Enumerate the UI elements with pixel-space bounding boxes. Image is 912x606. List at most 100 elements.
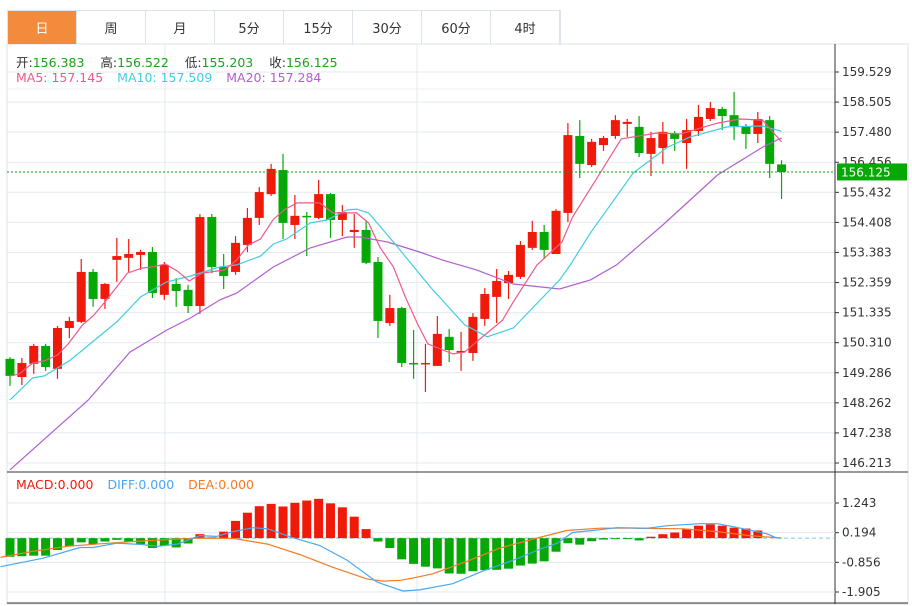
macd-bar: [420, 538, 430, 567]
candle: [646, 131, 656, 176]
candle-body: [195, 217, 205, 306]
candle-body: [563, 135, 573, 213]
candle-body: [207, 217, 217, 267]
ma10-legend: MA10: 157.509: [117, 70, 213, 85]
candle: [432, 315, 442, 366]
diff-legend-value: DIFF:0.000: [107, 477, 175, 492]
candle-body: [432, 333, 442, 366]
candle-body: [88, 271, 98, 299]
candle-body: [124, 254, 134, 258]
tab-30min[interactable]: 30分: [353, 11, 422, 44]
candle: [337, 204, 347, 237]
candle: [539, 224, 549, 260]
candle: [610, 115, 620, 139]
y-tick-label: 146.213: [842, 456, 892, 470]
ma5-line: [9, 118, 782, 377]
kline-chart[interactable]: 159.529158.505157.480156.456155.432154.4…: [0, 0, 912, 606]
candle: [682, 118, 692, 169]
candle: [183, 284, 193, 314]
tab-5min[interactable]: 5分: [215, 11, 284, 44]
candle: [622, 118, 632, 137]
tab-4hour[interactable]: 4时: [491, 11, 560, 44]
candle-body: [183, 289, 193, 306]
y-tick-label: 157.480: [842, 125, 892, 139]
open-value: 156.383: [32, 55, 85, 70]
tab-60min[interactable]: 60分: [422, 11, 491, 44]
tab-day[interactable]: 日: [8, 11, 77, 44]
candle-body: [480, 293, 490, 319]
candle-body: [420, 362, 430, 365]
macd-bar: [397, 538, 407, 560]
macd-bar: [349, 516, 359, 539]
macd-bar: [254, 506, 264, 539]
dea-legend-value: DEA:0.000: [188, 477, 255, 492]
macd-bar: [504, 538, 514, 569]
tab-week[interactable]: 周: [77, 11, 146, 44]
candle-body: [112, 256, 122, 260]
macd-bar: [693, 525, 703, 539]
candle: [242, 207, 252, 252]
close-label: 收:: [269, 55, 286, 70]
candle: [325, 192, 335, 238]
candle: [575, 120, 585, 178]
macd-bar: [634, 538, 644, 541]
candle-body: [409, 362, 419, 365]
macd-bar: [88, 538, 98, 545]
candle: [468, 313, 478, 361]
candle: [41, 343, 51, 371]
candle-body: [147, 251, 157, 294]
candle: [64, 316, 74, 339]
candle: [231, 236, 241, 275]
candle: [705, 101, 715, 122]
candle-body: [599, 138, 608, 146]
macd-bar: [658, 534, 668, 539]
candle: [385, 294, 395, 326]
candle: [693, 104, 703, 136]
y-tick-label: 151.335: [842, 306, 892, 320]
candle-body: [5, 358, 15, 376]
candle: [266, 163, 276, 196]
candle: [278, 153, 288, 240]
high-value: 156.522: [117, 55, 169, 70]
ma20-legend: MA20: 157.284: [226, 70, 322, 85]
candle-body: [575, 135, 585, 164]
candle-body: [777, 164, 787, 172]
candle-body: [349, 229, 359, 232]
candle-body: [100, 283, 110, 299]
candle-body: [52, 328, 62, 369]
candle-body: [717, 108, 727, 117]
candle-body: [515, 244, 525, 277]
candle: [124, 239, 134, 272]
candle: [349, 214, 359, 248]
candle-body: [302, 215, 312, 218]
candle-body: [314, 194, 324, 218]
low-label: 低:: [184, 55, 202, 70]
candle: [76, 259, 86, 324]
macd-bar: [373, 538, 383, 542]
candle-body: [527, 231, 537, 248]
ohlc-legend: 开:156.383 高:156.522 低:155.203 收:156.125: [16, 52, 350, 71]
macd-bar: [587, 538, 597, 542]
macd-bar: [599, 538, 608, 540]
candle: [195, 214, 205, 314]
candle-body: [658, 131, 668, 149]
candle-body: [397, 308, 407, 363]
candle: [527, 220, 537, 250]
macd-y-tick-label: 0.194: [842, 526, 876, 540]
macd-legend: MACD:0.000 DIFF:0.000 DEA:0.000: [16, 477, 264, 492]
candle: [361, 220, 371, 265]
tab-month[interactable]: 月: [146, 11, 215, 44]
candle-body: [76, 271, 86, 322]
macd-bar: [432, 538, 442, 569]
candle-body: [634, 126, 644, 154]
macd-bar: [76, 538, 86, 543]
candle-body: [254, 192, 264, 218]
macd-bar: [456, 538, 466, 574]
tab-15min[interactable]: 15分: [284, 11, 353, 44]
macd-bar: [325, 503, 335, 539]
candle-body: [29, 345, 39, 364]
candle: [480, 288, 490, 326]
candle: [88, 268, 98, 307]
candle: [219, 254, 229, 289]
candle: [456, 331, 466, 371]
